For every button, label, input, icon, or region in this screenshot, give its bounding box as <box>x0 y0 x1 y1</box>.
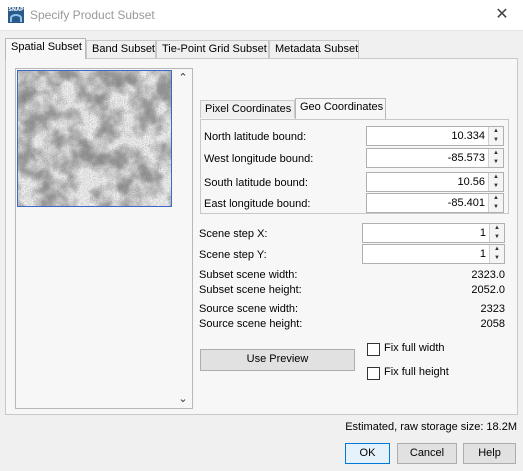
ok-button[interactable]: OK <box>345 443 390 464</box>
scene-step-y-value: 1 <box>479 248 486 260</box>
south-latitude-label: South latitude bound: <box>204 177 308 189</box>
spinner-arrows-icon[interactable]: ▲ ▼ <box>488 149 503 167</box>
scene-step-y-field[interactable]: 1 ▲ ▼ <box>362 244 505 264</box>
preview-scroll-pane[interactable]: ⌃ ⌄ <box>15 68 193 409</box>
scene-step-y-label: Scene step Y: <box>199 249 267 261</box>
cancel-button[interactable]: Cancel <box>397 443 457 464</box>
help-button[interactable]: Help <box>463 443 516 464</box>
spinner-arrows-icon[interactable]: ▲ ▼ <box>489 245 504 263</box>
south-latitude-field[interactable]: 10.56 ▲ ▼ <box>366 172 504 192</box>
west-longitude-label: West longitude bound: <box>204 153 314 165</box>
north-latitude-value: 10.334 <box>451 130 485 142</box>
source-height-label: Source scene height: <box>199 318 303 330</box>
subset-width-value: 2323.0 <box>471 269 505 281</box>
scroll-up-icon[interactable]: ⌃ <box>176 71 190 85</box>
scene-step-x-value: 1 <box>479 227 486 239</box>
fix-full-width-label: Fix full width <box>384 342 445 354</box>
west-longitude-value: -85.573 <box>447 152 485 164</box>
storage-size-text: Estimated, raw storage size: 18.2M <box>345 421 517 433</box>
subset-height-label: Subset scene height: <box>199 284 302 296</box>
tab-geo-coordinates[interactable]: Geo Coordinates <box>295 98 386 119</box>
fix-full-height-checkbox[interactable] <box>367 367 380 380</box>
spinner-arrows-icon[interactable]: ▲ ▼ <box>488 173 503 191</box>
close-icon[interactable]: ✕ <box>491 4 513 26</box>
fix-full-height-label: Fix full height <box>384 366 449 378</box>
subset-width-label: Subset scene width: <box>199 269 298 281</box>
south-latitude-value: 10.56 <box>457 176 485 188</box>
app-icon-text: SNAP <box>8 7 24 13</box>
snap-app-icon: SNAP <box>8 7 24 23</box>
fix-full-width-checkbox[interactable] <box>367 343 380 356</box>
tab-spatial-subset[interactable]: Spatial Subset <box>5 38 86 59</box>
north-latitude-field[interactable]: 10.334 ▲ ▼ <box>366 126 504 146</box>
spinner-arrows-icon[interactable]: ▲ ▼ <box>488 194 503 212</box>
scene-step-x-field[interactable]: 1 ▲ ▼ <box>362 223 505 243</box>
tab-pixel-coordinates[interactable]: Pixel Coordinates <box>200 100 295 118</box>
use-preview-button[interactable]: Use Preview <box>200 349 355 371</box>
preview-thumbnail[interactable] <box>17 70 172 207</box>
source-height-value: 2058 <box>480 318 505 330</box>
scroll-down-icon[interactable]: ⌄ <box>176 392 190 406</box>
spinner-arrows-icon[interactable]: ▲ ▼ <box>489 224 504 242</box>
spinner-arrows-icon[interactable]: ▲ ▼ <box>488 127 503 145</box>
subset-height-value: 2052.0 <box>471 284 505 296</box>
east-longitude-value: -85.401 <box>447 197 485 209</box>
tab-tie-point-grid-subset[interactable]: Tie-Point Grid Subset <box>156 40 269 58</box>
tab-band-subset[interactable]: Band Subset <box>86 40 156 58</box>
west-longitude-field[interactable]: -85.573 ▲ ▼ <box>366 148 504 168</box>
east-longitude-field[interactable]: -85.401 ▲ ▼ <box>366 193 504 213</box>
east-longitude-label: East longitude bound: <box>204 198 311 210</box>
source-width-value: 2323 <box>480 303 505 315</box>
scene-step-x-label: Scene step X: <box>199 228 268 240</box>
source-width-label: Source scene width: <box>199 303 299 315</box>
tab-metadata-subset[interactable]: Metadata Subset <box>269 40 359 58</box>
window-title: Specify Product Subset <box>30 8 155 22</box>
title-bar: SNAP Specify Product Subset ✕ <box>0 0 523 31</box>
north-latitude-label: North latitude bound: <box>204 131 307 143</box>
